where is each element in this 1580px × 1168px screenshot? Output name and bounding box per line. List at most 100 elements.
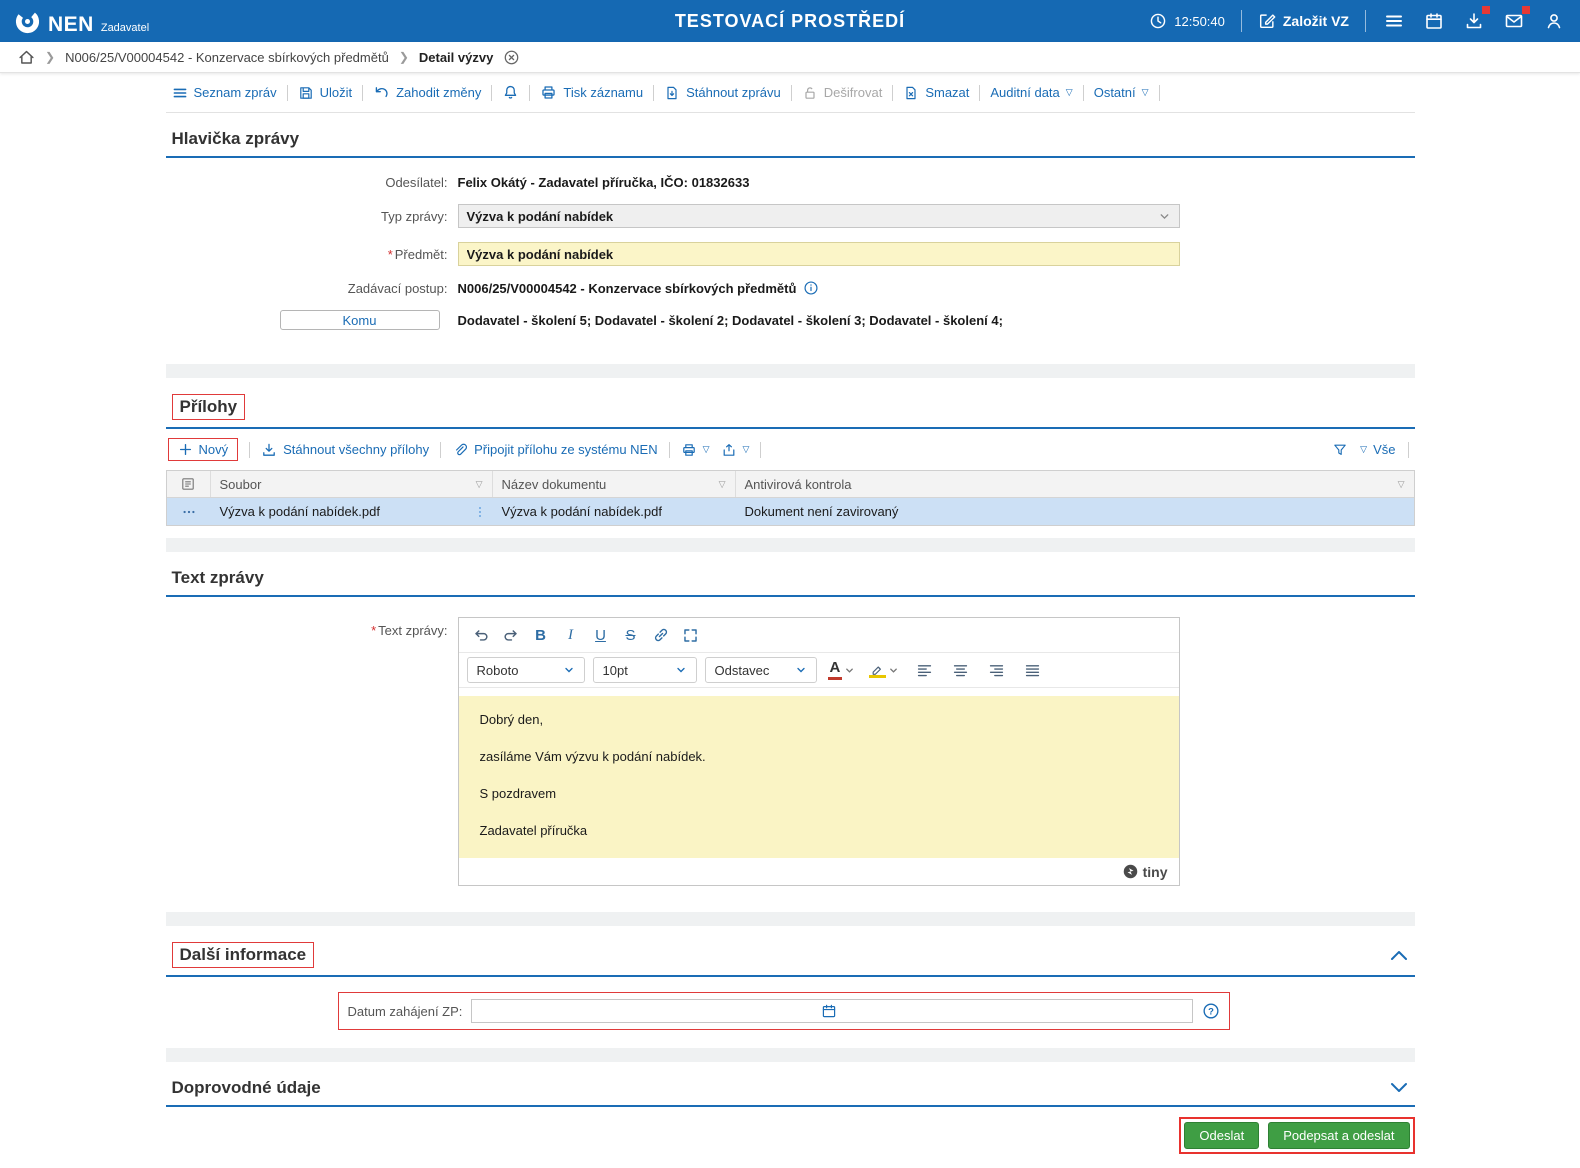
info-icon[interactable] [803,280,819,296]
underline-button[interactable]: U [587,622,615,648]
stahnout-vsechny-label: Stáhnout všechny přílohy [283,442,429,457]
filter-triangle-icon[interactable]: ▽ [1398,479,1405,490]
table-header-antivir[interactable]: Antivirová kontrola ▽ [736,471,1414,497]
komu-button[interactable]: Komu [280,310,440,330]
row-menu-cell[interactable] [167,498,211,525]
align-right-button[interactable] [982,657,1010,683]
filter-triangle-icon[interactable]: ▽ [476,479,483,490]
italic-button[interactable]: I [557,622,585,648]
zalozit-vz-button[interactable]: Založit VZ [1258,12,1349,30]
section-gap [166,1048,1415,1062]
predmet-label: * Předmět: [166,247,458,262]
close-tab-icon[interactable] [503,49,520,66]
highlight-color-button[interactable] [866,662,902,678]
attachments-toolbar-right: ▽ Vše [1332,442,1408,458]
hlavicka-form: Odesílatel: Felix Okátý - Zadavatel přír… [166,158,1415,330]
cell-nazev: Výzva k podání nabídek.pdf [493,498,736,525]
stahnout-vsechny-button[interactable]: Stáhnout všechny přílohy [261,442,429,458]
ulozit-button[interactable]: Uložit [298,85,353,101]
novy-button[interactable]: Nový [178,442,229,457]
breadcrumb-procedure[interactable]: N006/25/V00004542 - Konzervace sbírkovýc… [65,50,389,65]
messages-button[interactable] [1502,9,1526,33]
form-row-zadavaci-postup: Zadávací postup: N006/25/V00004542 - Kon… [166,280,1415,296]
filter-triangle-icon[interactable]: ▽ [719,479,726,490]
delete-document-icon [903,85,919,101]
odeslat-button[interactable]: Odeslat [1184,1122,1259,1149]
divider [1159,85,1160,101]
tisk-zaznamu-button[interactable]: Tisk záznamu [540,84,643,101]
table-header-type[interactable] [167,471,211,497]
export-attachments-button[interactable]: ▽ [721,442,750,458]
vse-filter-button[interactable]: ▽ Vše [1360,442,1395,457]
tiny-logo-text[interactable]: tiny [1143,864,1168,880]
downloads-button[interactable] [1462,9,1486,33]
ostatni-button[interactable]: Ostatní ▽ [1094,85,1149,100]
dropdown-triangle-icon: ▽ [1066,88,1073,97]
chevron-up-icon [1389,948,1409,962]
help-icon[interactable]: ? [1202,1002,1220,1020]
divider [491,85,492,101]
bold-button[interactable]: B [527,622,555,648]
home-icon[interactable] [18,49,35,66]
print-attachments-button[interactable]: ▽ [681,442,710,458]
menu-button[interactable] [1382,9,1406,33]
text-color-button[interactable]: A [825,660,859,680]
section-gap [166,364,1415,378]
divider [979,85,980,101]
table-header-nazev[interactable]: Název dokumentu ▽ [493,471,736,497]
chevron-right-icon: ❯ [399,50,409,64]
divider [362,85,363,101]
divider [287,85,288,101]
seznam-zprav-button[interactable]: Seznam zpráv [172,85,277,101]
desifrovat-button[interactable]: Dešifrovat [802,85,883,101]
editor-toolbar-row1: B I U S [459,618,1179,653]
align-justify-button[interactable] [1018,657,1046,683]
drag-handle-icon[interactable] [476,504,484,520]
zahodit-zmeny-button[interactable]: Zahodit změny [373,84,481,101]
chevron-down-icon [1158,210,1171,223]
odesilatel-value: Felix Okátý - Zadavatel příručka, IČO: 0… [458,175,750,190]
podepsat-a-odeslat-button[interactable]: Podepsat a odeslat [1268,1122,1409,1149]
editor-content[interactable]: Dobrý den, zasíláme Vám výzvu k podání n… [459,696,1179,858]
link-button[interactable] [647,622,675,648]
expand-section-button[interactable] [1389,1081,1409,1095]
strikethrough-button[interactable]: S [617,622,645,648]
file-name[interactable]: Výzva k podání nabídek.pdf [220,504,380,519]
collapse-section-button[interactable] [1389,948,1409,962]
chevron-down-icon [844,665,855,676]
required-mark: * [388,247,393,262]
current-time: 12:50:40 [1149,12,1225,30]
align-center-button[interactable] [946,657,974,683]
plus-icon [178,442,193,457]
stahnout-zpravu-button[interactable]: Stáhnout zprávu [664,85,781,101]
calendar-button[interactable] [1422,9,1446,33]
user-profile-button[interactable] [1542,9,1566,33]
rich-text-editor: B I U S Roboto [458,617,1180,886]
section-header: Doprovodné údaje [166,1062,1415,1107]
auditni-data-button[interactable]: Auditní data ▽ [990,85,1072,100]
redo-icon [502,626,520,644]
edit-icon [1258,12,1276,30]
date-picker-button[interactable] [821,1003,837,1019]
predmet-input[interactable] [458,242,1180,266]
table-row[interactable]: Výzva k podání nabídek.pdf Výzva k podán… [167,498,1414,525]
chevron-right-icon: ❯ [45,50,55,64]
filter-funnel-icon[interactable] [1332,442,1348,458]
fullscreen-icon [682,627,699,644]
section-title: Hlavička zprávy [172,129,300,149]
paragraph-format-select[interactable]: Odstavec [705,657,817,683]
notifications-button[interactable] [502,84,519,101]
undo-button[interactable] [467,622,495,648]
typ-zpravy-select[interactable]: Výzva k podání nabídek [458,204,1180,228]
table-header-soubor[interactable]: Soubor ▽ [211,471,493,497]
pripojit-prilohu-button[interactable]: Připojit přílohu ze systému NEN [452,442,658,458]
datum-zahajeni-field [471,999,1193,1023]
vse-label: Vše [1373,442,1395,457]
font-family-select[interactable]: Roboto [467,657,585,683]
align-left-button[interactable] [910,657,938,683]
smazat-button[interactable]: Smazat [903,85,969,101]
fullscreen-button[interactable] [677,622,705,648]
font-size-select[interactable]: 10pt [593,657,697,683]
redo-button[interactable] [497,622,525,648]
nen-logo[interactable]: NEN Zadavatel [14,8,149,35]
